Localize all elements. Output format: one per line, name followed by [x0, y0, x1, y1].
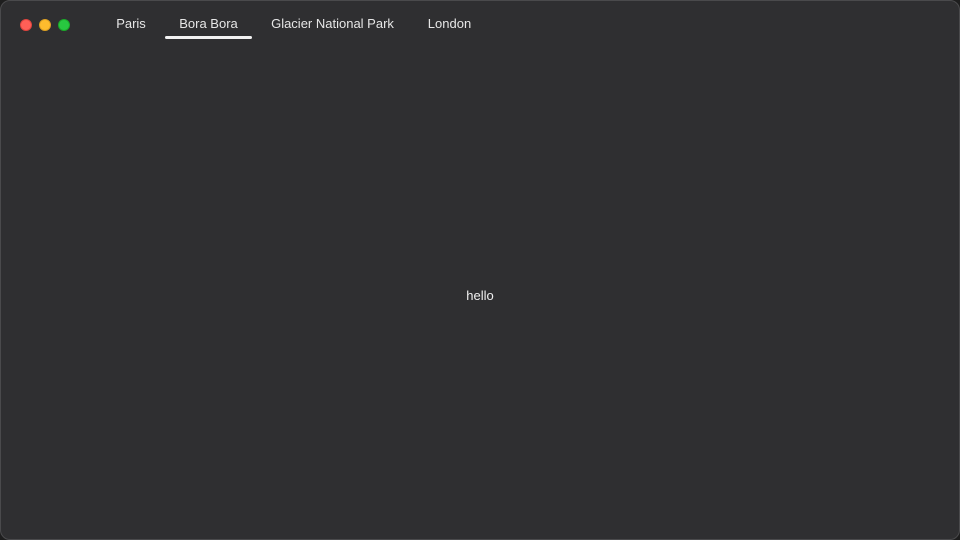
content-text: hello [466, 287, 494, 303]
titlebar: Paris Bora Bora Glacier National Park Lo… [1, 1, 959, 49]
app-window: Paris Bora Bora Glacier National Park Lo… [0, 0, 960, 540]
tab-label: Glacier National Park [271, 16, 394, 31]
tab-content: hello [1, 49, 959, 539]
tab-label: Bora Bora [179, 16, 238, 31]
tab-bora-bora[interactable]: Bora Bora [165, 1, 252, 41]
zoom-window-icon[interactable] [58, 19, 70, 31]
tab-label: London [427, 16, 472, 31]
minimize-window-icon[interactable] [39, 19, 51, 31]
window-controls [20, 19, 70, 31]
tab-london[interactable]: London [419, 1, 480, 41]
close-window-icon[interactable] [20, 19, 32, 31]
tab-paris[interactable]: Paris [107, 1, 155, 41]
tab-glacier-national-park[interactable]: Glacier National Park [263, 1, 402, 41]
tab-label: Paris [116, 16, 146, 31]
